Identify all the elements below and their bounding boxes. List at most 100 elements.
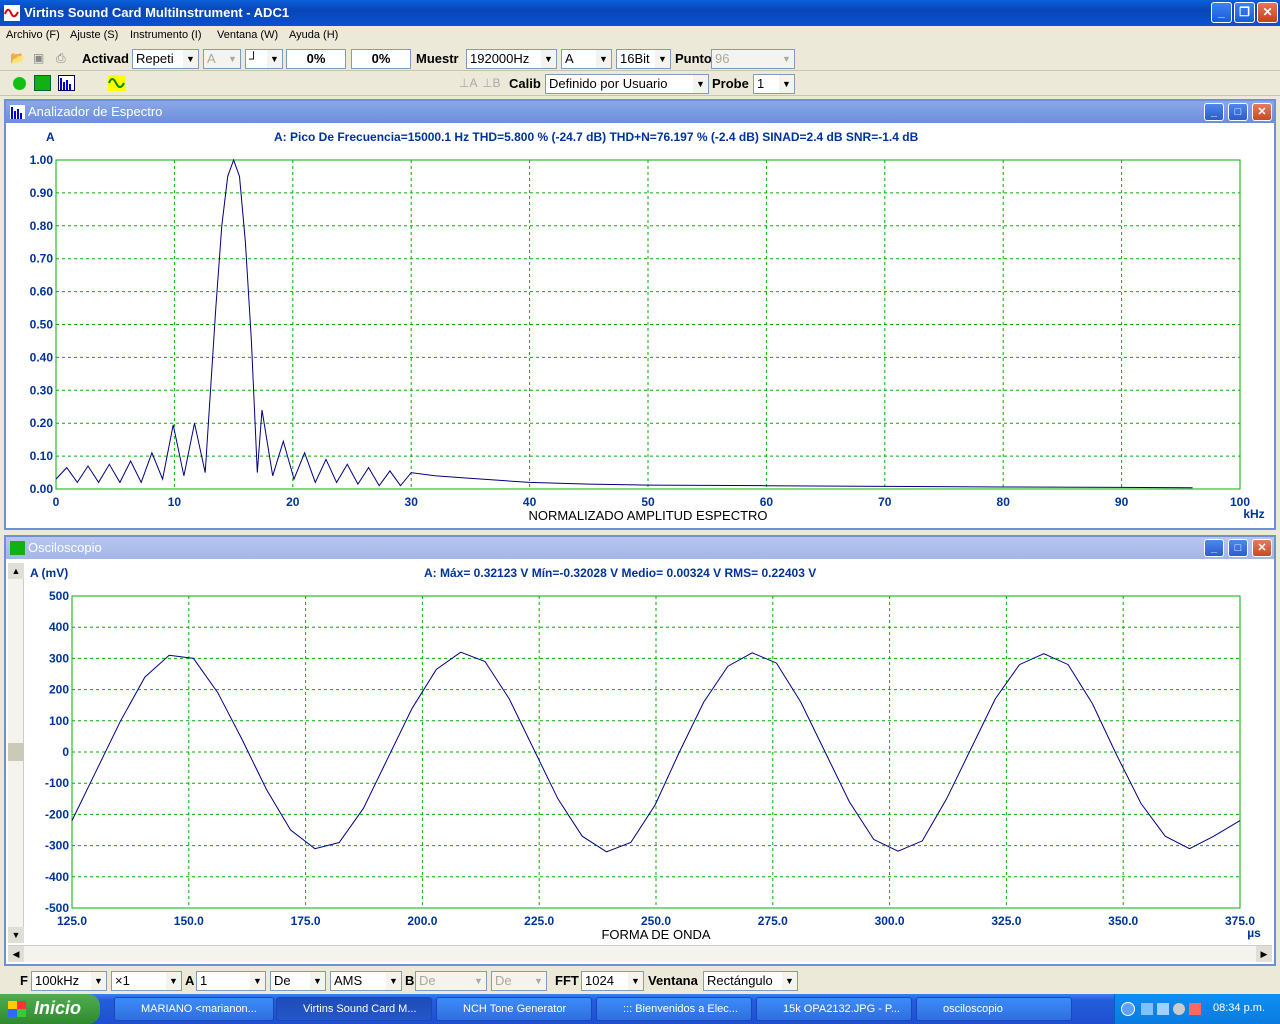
oscilloscope-icon[interactable] bbox=[34, 75, 51, 91]
channel-select[interactable]: A ▼ bbox=[561, 49, 612, 69]
close-button[interactable]: ✕ bbox=[1257, 2, 1278, 23]
mode-value: Repeti bbox=[136, 51, 174, 66]
spectrum-x-tick-label: 30 bbox=[405, 495, 419, 509]
frequency-range-select[interactable]: 100kHz ▼ bbox=[31, 971, 107, 991]
window-function-select[interactable]: Rectángulo ▼ bbox=[703, 971, 798, 991]
bits-value: 16Bit bbox=[620, 51, 650, 66]
toolbar-acquisition: 📂 ▣ ⎙ Activad Repeti ▼ A ▼ ┘ ▼ 0% 0% Muestr… bbox=[0, 46, 1280, 71]
scroll-left-icon[interactable]: ◀ bbox=[8, 946, 24, 962]
oscilloscope-y-tick-label: 400 bbox=[49, 620, 69, 634]
trigger-delay-input[interactable]: 0% bbox=[351, 49, 411, 69]
menu-instrumento[interactable]: Instrumento (I) bbox=[130, 29, 202, 41]
trigger-level-input[interactable]: 0% bbox=[286, 49, 346, 69]
window-title: Virtins Sound Card MultiInstrument - ADC… bbox=[24, 5, 290, 20]
chevron-down-icon: ▼ bbox=[267, 50, 282, 68]
spectrum-y-tick-label: 0.40 bbox=[30, 350, 54, 364]
horizontal-scrollbar[interactable]: ◀ ▶ bbox=[8, 945, 1272, 962]
oscilloscope-x-tick-label: 175.0 bbox=[291, 914, 321, 928]
spectrum-plot[interactable]: 0 10 20 30 40 50 60 70 80 90 1001.000.900.800.700.… bbox=[6, 101, 1274, 528]
print-icon[interactable]: ⎙ bbox=[56, 51, 72, 67]
average-a-value: 1 bbox=[200, 973, 208, 988]
taskbar-item-mariano[interactable]: MARIANO <marianon... bbox=[114, 997, 274, 1021]
spectrum-icon[interactable] bbox=[58, 75, 75, 91]
speaker-icon[interactable] bbox=[1173, 1003, 1185, 1015]
security-icon[interactable] bbox=[1189, 1003, 1201, 1015]
mode-a-select[interactable]: AMS ▼ bbox=[330, 971, 402, 991]
taskbar-item-nch[interactable]: NCH Tone Generator bbox=[436, 997, 592, 1021]
average-a-select[interactable]: 1 ▼ bbox=[196, 971, 266, 991]
probe-select[interactable]: 1 ▼ bbox=[753, 74, 795, 94]
tray-expand-icon[interactable] bbox=[1121, 1002, 1135, 1016]
menu-ventana[interactable]: Ventana (W) bbox=[217, 29, 278, 41]
trigger-edge-select[interactable]: ┘ ▼ bbox=[245, 49, 283, 69]
calib-select[interactable]: Definido por Usuario ▼ bbox=[545, 74, 709, 94]
spectrum-x-axis-title: NORMALIZADO AMPLITUD ESPECTRO bbox=[528, 508, 767, 523]
oscilloscope-y-tick-label: 0 bbox=[62, 745, 69, 759]
probe-label: Probe bbox=[712, 76, 749, 91]
scale-b-select[interactable]: De ▼ bbox=[491, 971, 547, 991]
clock: 08:34 p.m. bbox=[1213, 1002, 1265, 1014]
start-button[interactable]: Inicio bbox=[0, 994, 100, 1024]
mode-select[interactable]: Repeti ▼ bbox=[132, 49, 199, 69]
sample-rate-select[interactable]: 192000Hz ▼ bbox=[466, 49, 557, 69]
scale-a-select[interactable]: De ▼ bbox=[270, 971, 326, 991]
spectrum-y-tick-label: 0.10 bbox=[30, 449, 54, 463]
oscilloscope-x-tick-label: 300.0 bbox=[875, 914, 905, 928]
zoom-select[interactable]: ×1 ▼ bbox=[111, 971, 182, 991]
toolbar-instruments: ⊥A ⊥B Calib Definido por Usuario ▼ Probe … bbox=[0, 71, 1280, 96]
punto-label: Punto bbox=[675, 51, 712, 66]
taskbar-item-label: Virtins Sound Card M... bbox=[303, 1003, 417, 1015]
waveform-plot[interactable]: 125.0 150.0 175.0 200.0 225.0 250.0 275.0 300.0… bbox=[6, 537, 1274, 964]
bits-select[interactable]: 16Bit ▼ bbox=[616, 49, 671, 69]
cursor-a-icon[interactable]: ⊥A bbox=[459, 76, 477, 90]
probe-value: 1 bbox=[757, 76, 765, 91]
save-icon[interactable]: ▣ bbox=[33, 51, 49, 67]
cursor-b-icon[interactable]: ⊥B bbox=[482, 76, 500, 90]
signal-generator-icon[interactable] bbox=[108, 75, 125, 91]
taskbar-item-firefox[interactable]: ::: Bienvenidos a Elec... bbox=[596, 997, 752, 1021]
chevron-down-icon: ▼ bbox=[183, 50, 198, 68]
scale-a-value: De bbox=[274, 973, 291, 988]
scroll-right-icon[interactable]: ▶ bbox=[1256, 946, 1272, 962]
spectrum-x-tick-label: 0 bbox=[53, 495, 60, 509]
taskbar-item-virtins[interactable]: Virtins Sound Card M... bbox=[276, 997, 432, 1021]
fft-size-value: 1024 bbox=[585, 973, 614, 988]
chevron-down-icon: ▼ bbox=[596, 50, 611, 68]
chevron-down-icon: ▼ bbox=[693, 75, 708, 93]
trigger-channel-select[interactable]: A ▼ bbox=[203, 49, 241, 69]
zoom-value: ×1 bbox=[115, 973, 130, 988]
oscilloscope-x-tick-label: 225.0 bbox=[524, 914, 554, 928]
taskbar-item-folder[interactable]: osciloscopio bbox=[916, 997, 1072, 1021]
open-icon[interactable]: 📂 bbox=[10, 51, 26, 67]
spectrum-y-tick-label: 0.90 bbox=[30, 186, 54, 200]
oscilloscope-x-tick-label: 275.0 bbox=[758, 914, 788, 928]
menu-archivo[interactable]: Archivo (F) bbox=[6, 29, 60, 41]
average-b-select[interactable]: De ▼ bbox=[415, 971, 487, 991]
taskbar-item-label: NCH Tone Generator bbox=[463, 1003, 567, 1015]
punto-select[interactable]: 96 ▼ bbox=[711, 49, 795, 69]
oscilloscope-x-tick-label: 350.0 bbox=[1108, 914, 1138, 928]
spectrum-x-tick-label: 60 bbox=[760, 495, 774, 509]
network-icon[interactable] bbox=[1157, 1003, 1169, 1015]
oscilloscope-y-tick-label: 500 bbox=[49, 589, 69, 603]
taskbar-item-image[interactable]: 15k OPA2132.JPG - P... bbox=[756, 997, 912, 1021]
menu-ajuste[interactable]: Ajuste (S) bbox=[70, 29, 118, 41]
chevron-down-icon: ▼ bbox=[471, 972, 486, 990]
start-icon[interactable] bbox=[13, 77, 26, 90]
menu-ayuda[interactable]: Ayuda (H) bbox=[289, 29, 338, 41]
fft-size-select[interactable]: 1024 ▼ bbox=[581, 971, 644, 991]
oscilloscope-x-tick-label: 125.0 bbox=[57, 914, 87, 928]
network-icon[interactable] bbox=[1141, 1003, 1153, 1015]
fft-label: FFT bbox=[555, 973, 579, 988]
restore-button[interactable]: ❐ bbox=[1234, 2, 1255, 23]
start-label: Inicio bbox=[34, 998, 82, 1018]
spectrum-y-tick-label: 0.00 bbox=[30, 482, 54, 496]
oscilloscope-x-unit-label: µs bbox=[1247, 926, 1261, 940]
trigger-edge-value: ┘ bbox=[249, 51, 259, 66]
spectrum-x-unit-label: kHz bbox=[1243, 507, 1264, 521]
oscilloscope-y-tick-label: -100 bbox=[45, 776, 69, 790]
minimize-button[interactable]: _ bbox=[1211, 2, 1232, 23]
spectrum-y-tick-label: 0.80 bbox=[30, 219, 54, 233]
punto-value: 96 bbox=[715, 51, 730, 66]
taskbar-item-label: osciloscopio bbox=[943, 1003, 1003, 1015]
